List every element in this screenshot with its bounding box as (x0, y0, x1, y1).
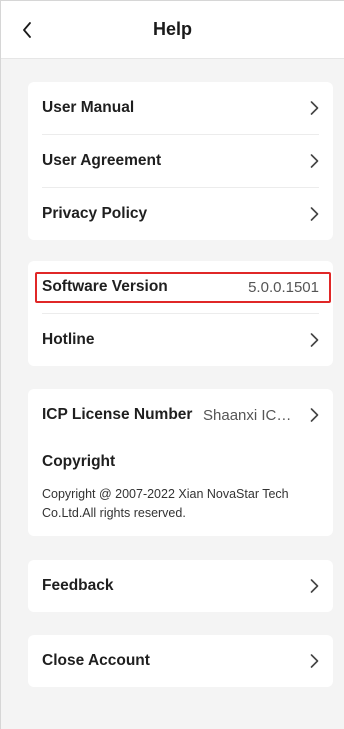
license-card: ICP License Number Shaanxi ICP… Copyrigh… (28, 389, 333, 536)
feedback-row[interactable]: Feedback (42, 560, 319, 612)
docs-card: User Manual User Agreement Privacy Polic… (28, 82, 333, 240)
icp-license-row[interactable]: ICP License Number Shaanxi ICP… (42, 389, 319, 441)
chevron-right-icon (305, 407, 319, 423)
user-agreement-label: User Agreement (42, 152, 162, 169)
chevron-right-icon (305, 332, 319, 348)
chevron-right-icon (305, 100, 319, 116)
close-account-label: Close Account (42, 652, 150, 669)
header-bar: Help (1, 1, 344, 59)
software-version-label: Software Version (42, 278, 168, 295)
copyright-text: Copyright @ 2007-2022 Xian NovaStar Tech… (42, 487, 289, 520)
user-manual-label: User Manual (42, 99, 135, 116)
close-account-card: Close Account (28, 635, 333, 687)
help-screen: Help User Manual User Agreement Privacy … (0, 0, 344, 729)
feedback-card: Feedback (28, 560, 333, 612)
user-manual-row[interactable]: User Manual (42, 82, 319, 134)
software-version-value: 5.0.0.1501 (248, 278, 319, 296)
chevron-right-icon (305, 578, 319, 594)
chevron-right-icon (305, 653, 319, 669)
privacy-policy-row[interactable]: Privacy Policy (42, 187, 319, 240)
icp-license-label: ICP License Number (42, 406, 193, 423)
chevron-right-icon (305, 206, 319, 222)
chevron-right-icon (305, 153, 319, 169)
close-account-row[interactable]: Close Account (42, 635, 319, 687)
hotline-row[interactable]: Hotline (42, 313, 319, 366)
page-title: Help (152, 19, 192, 39)
icp-license-value: Shaanxi ICP… (203, 406, 299, 424)
icp-license-right: Shaanxi ICP… (203, 407, 319, 424)
feedback-label: Feedback (42, 577, 114, 594)
user-agreement-row[interactable]: User Agreement (42, 134, 319, 187)
hotline-label: Hotline (42, 331, 95, 348)
software-version-row: Software Version 5.0.0.1501 (42, 261, 319, 313)
privacy-policy-label: Privacy Policy (42, 205, 148, 222)
version-card: Software Version 5.0.0.1501 Hotline (28, 261, 333, 366)
copyright-title: Copyright (42, 453, 116, 470)
